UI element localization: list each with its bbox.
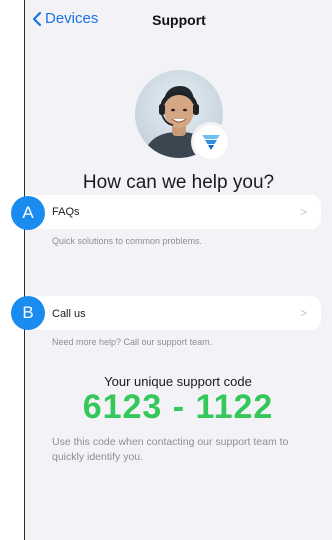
chevron-right-icon: > xyxy=(299,306,307,320)
support-code-caption: Your unique support code xyxy=(104,374,252,389)
call-us-title: Call us xyxy=(52,308,86,320)
faqs-description: Quick solutions to common problems. xyxy=(52,236,203,246)
faqs-title: FAQs xyxy=(52,206,80,218)
support-code-value: 6123 - 1122 xyxy=(82,388,274,426)
navigation-bar: Devices Support xyxy=(25,0,332,44)
support-code-note: Use this code when contacting our suppor… xyxy=(52,436,289,463)
avatar-container xyxy=(135,70,231,162)
call-us-description: Need more help? Call our support team. xyxy=(52,337,213,347)
marker-b: B xyxy=(11,296,45,330)
brand-logo-badge xyxy=(191,122,231,162)
help-headline: How can we help you? xyxy=(82,172,275,193)
brand-logo-icon xyxy=(202,135,220,150)
page-title: Support xyxy=(152,12,206,28)
marker-a: A xyxy=(11,196,45,230)
chevron-right-icon: > xyxy=(299,205,307,219)
